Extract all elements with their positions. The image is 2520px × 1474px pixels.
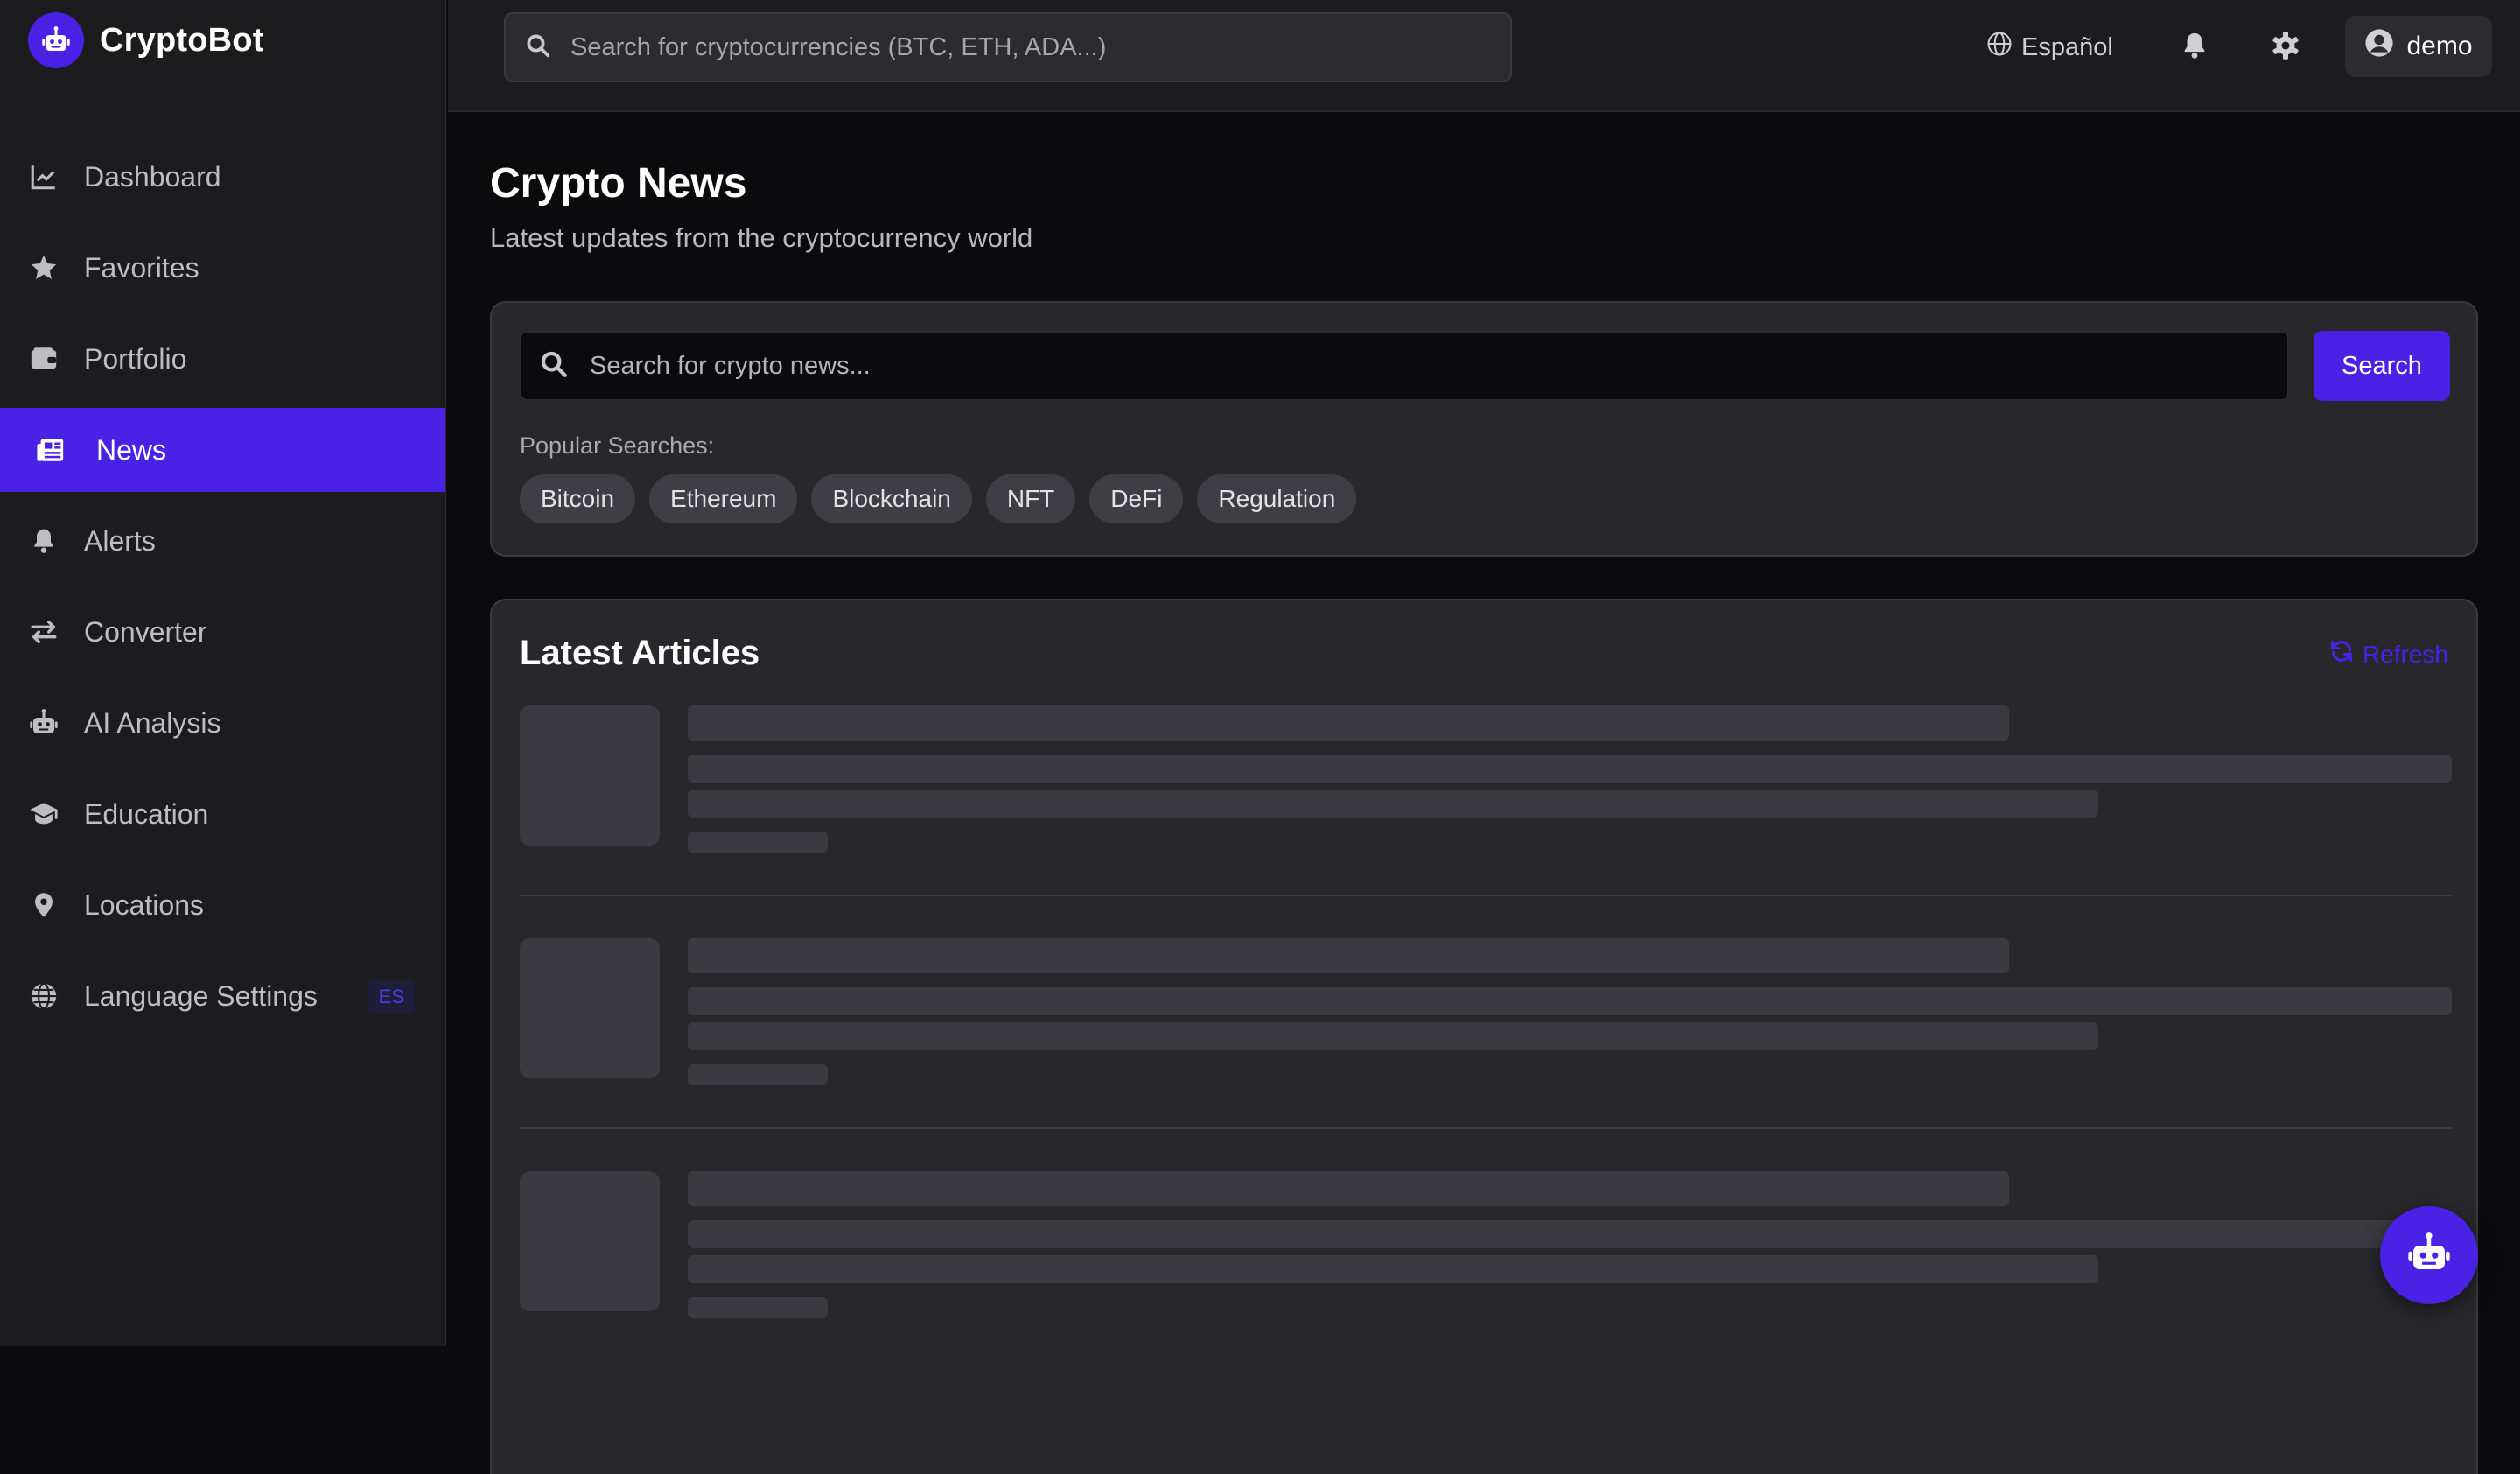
user-menu-button[interactable]: demo <box>2345 16 2492 77</box>
article-text-placeholder <box>688 1255 2098 1283</box>
search-button[interactable]: Search <box>2314 331 2450 401</box>
sidebar-item-language-settings[interactable]: Language Settings ES <box>0 954 444 1038</box>
robot-logo-icon <box>28 12 84 68</box>
articles-title: Latest Articles <box>520 634 760 672</box>
chart-line-icon <box>26 159 61 194</box>
sidebar-item-label: Converter <box>84 615 207 648</box>
article-meta-placeholder <box>688 1297 828 1318</box>
article-thumbnail-placeholder <box>520 1171 660 1311</box>
article-meta-placeholder <box>688 1064 828 1085</box>
graduation-cap-icon <box>26 797 61 832</box>
app-logo[interactable]: CryptoBot <box>28 12 264 68</box>
gear-icon <box>2270 30 2301 66</box>
article-title-placeholder <box>688 938 2009 973</box>
sidebar-item-converter[interactable]: Converter <box>0 590 444 674</box>
article-text-placeholder <box>688 987 2452 1015</box>
news-search-input[interactable] <box>590 351 2287 381</box>
star-icon <box>26 250 61 285</box>
news-search-card: Search Popular Searches: Bitcoin Ethereu… <box>490 301 2478 557</box>
article-skeleton <box>520 938 2452 1085</box>
sidebar-item-alerts[interactable]: Alerts <box>0 499 444 583</box>
sidebar-item-label: Favorites <box>84 251 200 284</box>
sidebar-item-portfolio[interactable]: Portfolio <box>0 317 444 401</box>
sidebar-item-locations[interactable]: Locations <box>0 863 444 947</box>
article-thumbnail-placeholder <box>520 938 660 1078</box>
language-switcher[interactable]: Español <box>1986 26 2113 68</box>
sidebar-item-favorites[interactable]: Favorites <box>0 226 444 310</box>
sidebar-item-label: AI Analysis <box>84 706 221 739</box>
sidebar-item-education[interactable]: Education <box>0 772 444 856</box>
page-title: Crypto News <box>490 160 747 207</box>
sidebar-item-label: Dashboard <box>84 160 221 193</box>
tag-nft[interactable]: NFT <box>985 474 1076 523</box>
tag-defi[interactable]: DeFi <box>1089 474 1184 523</box>
article-thumbnail-placeholder <box>520 705 660 846</box>
crypto-search-input[interactable] <box>570 32 1510 62</box>
crypto-search-box[interactable] <box>504 12 1512 82</box>
bell-icon <box>2180 31 2209 65</box>
app-name: CryptoBot <box>100 21 264 59</box>
globe-icon <box>1986 31 2012 64</box>
article-skeleton <box>520 1171 2452 1318</box>
tag-bitcoin[interactable]: Bitcoin <box>520 474 636 523</box>
article-text-placeholder <box>688 790 2098 818</box>
robot-icon <box>2405 1230 2453 1281</box>
top-bar: Español demo <box>448 0 2520 112</box>
refresh-button[interactable]: Refresh <box>2329 639 2448 670</box>
language-label: Español <box>2021 32 2113 61</box>
article-text-placeholder <box>688 1022 2098 1050</box>
popular-searches-label: Popular Searches: <box>520 432 715 459</box>
sidebar-item-label: Language Settings <box>84 979 318 1012</box>
exchange-icon <box>26 614 61 649</box>
article-divider <box>520 1127 2452 1129</box>
settings-button[interactable] <box>2264 26 2306 68</box>
map-pin-icon <box>26 888 61 923</box>
article-title-placeholder <box>688 1171 2009 1206</box>
sidebar-item-label: Education <box>84 797 209 830</box>
article-skeleton <box>520 705 2452 853</box>
search-icon <box>525 32 551 63</box>
latest-articles-card: Latest Articles Refresh <box>490 599 2478 1474</box>
language-badge: ES <box>368 980 415 1014</box>
sidebar-item-news[interactable]: News <box>0 408 444 492</box>
article-text-placeholder <box>688 1220 2452 1248</box>
article-meta-placeholder <box>688 832 828 853</box>
globe-icon <box>26 979 61 1014</box>
tag-blockchain[interactable]: Blockchain <box>811 474 972 523</box>
user-avatar-icon <box>2364 28 2394 65</box>
sidebar-item-ai-analysis[interactable]: AI Analysis <box>0 681 444 765</box>
sidebar-item-label: Portfolio <box>84 342 187 375</box>
article-title-placeholder <box>688 705 2009 741</box>
article-divider <box>520 895 2452 896</box>
article-text-placeholder <box>688 755 2452 783</box>
sidebar-item-label: Locations <box>84 888 204 921</box>
sidebar-nav: Dashboard Favorites Portfolio News Alert… <box>0 135 444 1045</box>
sidebar: CryptoBot Dashboard Favorites Portfolio … <box>0 0 446 1346</box>
tag-ethereum[interactable]: Ethereum <box>649 474 798 523</box>
refresh-label: Refresh <box>2362 640 2448 668</box>
chatbot-button[interactable] <box>2380 1206 2478 1304</box>
newspaper-icon <box>33 432 68 467</box>
robot-icon <box>26 705 61 741</box>
bell-icon <box>26 523 61 558</box>
search-icon <box>539 349 569 383</box>
sidebar-item-label: Alerts <box>84 524 156 557</box>
sidebar-item-dashboard[interactable]: Dashboard <box>0 135 444 219</box>
tag-regulation[interactable]: Regulation <box>1197 474 1357 523</box>
news-search-box[interactable] <box>520 331 2289 401</box>
page-subtitle: Latest updates from the cryptocurrency w… <box>490 222 1033 253</box>
wallet-icon <box>26 341 61 376</box>
user-name: demo <box>2406 32 2473 60</box>
popular-tags: Bitcoin Ethereum Blockchain NFT DeFi Reg… <box>520 474 1357 523</box>
refresh-icon <box>2329 639 2354 670</box>
sidebar-item-label: News <box>96 433 167 466</box>
notifications-button[interactable] <box>2174 26 2216 68</box>
